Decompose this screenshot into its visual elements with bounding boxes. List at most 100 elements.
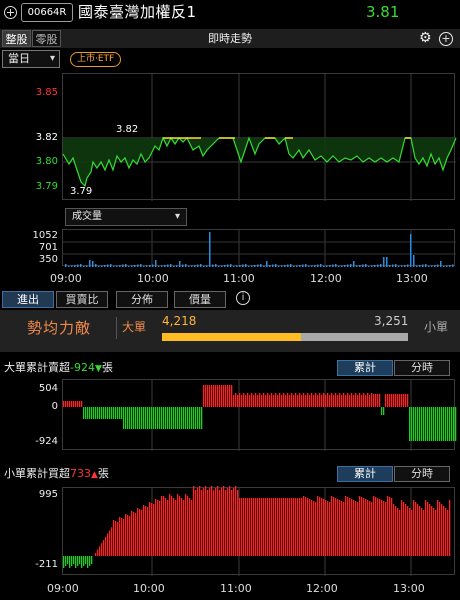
vol-label-low: 350 xyxy=(38,254,58,265)
small-order-bar xyxy=(403,502,405,556)
y-label-down2: 3.79 xyxy=(35,181,58,192)
tab-odd-lot[interactable]: 零股 xyxy=(32,30,61,47)
period-select[interactable]: 當日 ▾ xyxy=(2,50,60,68)
volume-bar xyxy=(131,265,133,267)
big-order-bar xyxy=(393,394,395,407)
big-order-bar xyxy=(295,393,297,407)
small-order-interval-button[interactable]: 分時 xyxy=(394,466,450,482)
big-order-bar xyxy=(221,385,223,407)
volume-bar xyxy=(164,265,166,267)
small-order-bar xyxy=(285,498,287,556)
small-order-bar xyxy=(213,490,215,556)
volume-bar xyxy=(167,264,169,267)
small-order-bar xyxy=(325,500,327,556)
volume-bar xyxy=(392,264,394,267)
volume-bar xyxy=(350,264,352,267)
big-order-bar xyxy=(251,393,253,407)
volume-bar xyxy=(419,265,421,267)
big-order-bar xyxy=(139,407,141,429)
small-order-bar xyxy=(331,496,333,556)
big-order-bar xyxy=(261,395,263,407)
small-order-bar xyxy=(241,498,243,556)
volume-bar xyxy=(446,265,448,267)
small-order-bar xyxy=(287,498,289,556)
small-order-bar xyxy=(367,500,369,556)
indicator-select[interactable]: 成交量 ▾ xyxy=(65,208,187,226)
tab-distribution[interactable]: 分佈 xyxy=(116,291,168,308)
big-order-bar xyxy=(411,407,413,441)
volume-bar xyxy=(353,261,355,267)
small-order-bar xyxy=(271,498,273,556)
volume-bar xyxy=(155,260,157,267)
small-order-bar xyxy=(439,502,441,556)
volume-bar xyxy=(365,264,367,267)
big-order-bar xyxy=(83,407,85,419)
small-order-bar xyxy=(297,498,299,556)
big-order-unit: 張 xyxy=(101,361,113,374)
volume-bar xyxy=(437,264,439,267)
add-watchlist-icon[interactable] xyxy=(4,6,17,19)
small-order-bar xyxy=(441,504,443,556)
big-order-bar xyxy=(89,407,91,419)
small-order-bar xyxy=(149,502,151,556)
volume-bar xyxy=(242,264,244,267)
volume-bar xyxy=(395,264,397,267)
big-order-bar xyxy=(67,401,69,407)
small-order-bar xyxy=(77,556,79,566)
small-order-bar xyxy=(71,556,73,566)
volume-bar xyxy=(383,257,385,267)
small-order-bar xyxy=(191,500,193,556)
tab-whole-lot[interactable]: 整股 xyxy=(2,30,31,47)
gear-icon[interactable]: ⚙ xyxy=(419,31,432,46)
small-order-bar xyxy=(307,498,309,556)
tab-buysell-ratio[interactable]: 買賣比 xyxy=(56,291,108,308)
volume-bar xyxy=(146,265,148,267)
big-order-bar xyxy=(181,407,183,429)
volume-bar xyxy=(173,266,175,267)
big-order-bar xyxy=(403,394,405,407)
info-icon[interactable]: i xyxy=(236,291,250,305)
volume-bar xyxy=(404,265,406,267)
big-order-cumulative-button[interactable]: 累計 xyxy=(337,360,393,376)
big-order-bar xyxy=(87,407,89,419)
small-order-bar xyxy=(187,496,189,556)
small-order-bar xyxy=(129,516,131,556)
y-label-ref: 3.82 xyxy=(35,132,58,143)
small-order-bar xyxy=(299,498,301,556)
add-indicator-icon[interactable]: + xyxy=(439,32,453,46)
volume-bar xyxy=(182,264,184,267)
volume-bar xyxy=(170,264,172,267)
small-y-min: -211 xyxy=(35,559,58,570)
volume-bar xyxy=(341,265,343,267)
big-order-bar xyxy=(85,407,87,419)
volume-bar xyxy=(233,266,235,267)
chart-header-row: 整股 零股 即時走勢 ⚙ + xyxy=(0,29,460,48)
volume-bar xyxy=(221,265,223,267)
big-order-interval-button[interactable]: 分時 xyxy=(394,360,450,376)
volume-bar xyxy=(407,264,409,267)
small-order-bar xyxy=(123,519,125,556)
small-order-bar xyxy=(399,510,401,556)
small-order-bar xyxy=(227,488,229,556)
small-order-bar xyxy=(167,500,169,556)
tab-price-volume[interactable]: 價量 xyxy=(174,291,226,308)
stock-code-box[interactable]: 00664R xyxy=(21,3,73,22)
small-order-bar xyxy=(91,556,93,564)
small-order-bar xyxy=(115,521,117,556)
small-order-cumulative-button[interactable]: 累計 xyxy=(337,466,393,482)
small-order-bar xyxy=(171,496,173,556)
small-order-bar xyxy=(113,520,115,556)
big-order-bar xyxy=(123,407,125,429)
small-order-bar xyxy=(397,508,399,556)
volume-bar xyxy=(239,265,241,267)
small-order-bar xyxy=(139,509,141,556)
small-order-bar xyxy=(419,506,421,556)
big-order-bar xyxy=(423,407,425,441)
volume-bar xyxy=(380,264,382,267)
tab-inout[interactable]: 進出 xyxy=(2,291,54,308)
big-order-bar xyxy=(359,393,361,407)
volume-bar xyxy=(197,264,199,267)
small-order-bar xyxy=(97,549,99,556)
big-order-bar xyxy=(133,407,135,429)
small-order-bar xyxy=(73,556,75,564)
